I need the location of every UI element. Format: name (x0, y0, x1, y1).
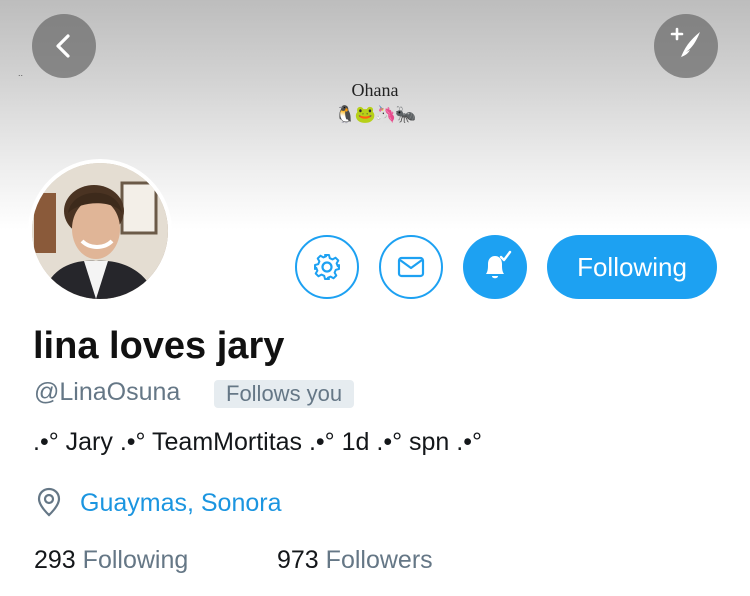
follows-you-badge: Follows you (214, 380, 355, 408)
message-button[interactable] (379, 235, 443, 299)
user-handle: @LinaOsuna (34, 378, 181, 406)
following-count: 293 (34, 546, 76, 574)
compose-quill-icon (670, 27, 700, 60)
display-name: lina loves jary (33, 325, 285, 367)
followers-count: 973 (277, 546, 319, 574)
envelope-icon (397, 256, 425, 278)
bell-check-icon (486, 250, 512, 279)
following-stat[interactable]: 293 Following (34, 546, 188, 575)
back-arrow-icon (56, 34, 70, 58)
banner-title: Ohana (351, 80, 399, 100)
compose-tweet-button[interactable] (654, 14, 718, 78)
notifications-button[interactable] (463, 235, 527, 299)
settings-button[interactable] (295, 235, 359, 299)
location-pin-icon (34, 486, 64, 523)
avatar-photo (32, 163, 168, 299)
avatar-photo-drawing (32, 163, 168, 299)
profile-bio: .•° Jary .•° TeamMortitas .•° 1d .•° spn… (33, 428, 482, 456)
banner-emoji: 🐧🐸🦄🐜 (334, 105, 417, 124)
back-button[interactable] (32, 14, 96, 78)
followers-stat[interactable]: 973 Followers (277, 546, 433, 575)
location-link[interactable]: Guaymas, Sonora (80, 489, 282, 518)
followers-label: Followers (325, 546, 433, 574)
gear-icon (314, 254, 340, 280)
following-label: Following (82, 546, 189, 574)
profile-avatar[interactable] (28, 159, 172, 303)
banner-dots: .. (18, 68, 24, 78)
following-button[interactable]: Following (547, 235, 717, 299)
